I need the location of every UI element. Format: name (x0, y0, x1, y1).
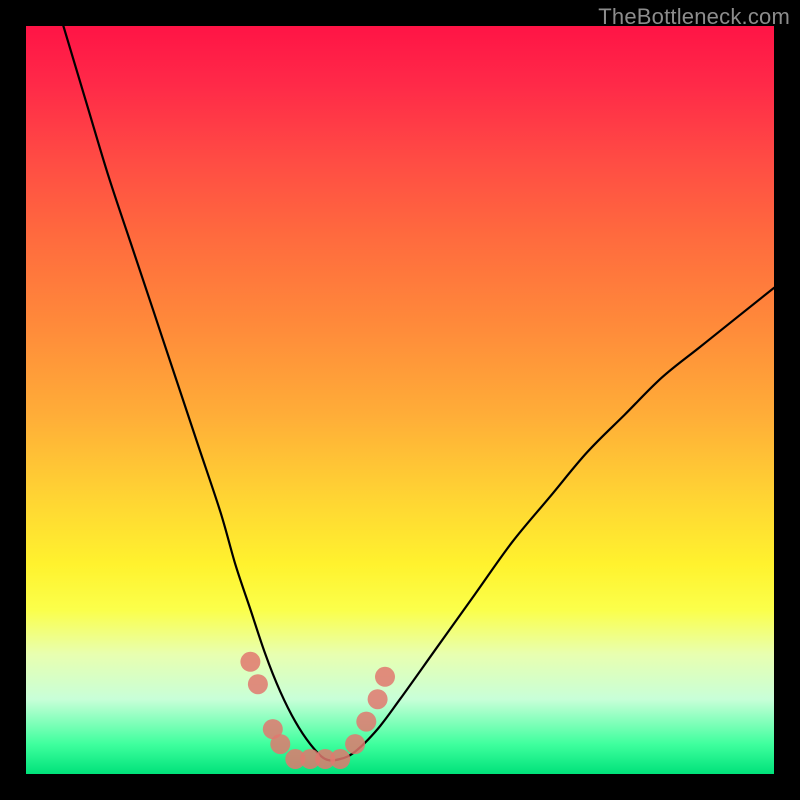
highlight-dot (345, 734, 365, 754)
bottleneck-curve (63, 26, 774, 760)
highlight-dot (330, 749, 350, 769)
highlight-dot (375, 667, 395, 687)
highlight-dot (270, 734, 290, 754)
chart-svg (26, 26, 774, 774)
watermark-text: TheBottleneck.com (598, 4, 790, 30)
highlight-dot (240, 652, 260, 672)
chart-frame: TheBottleneck.com (0, 0, 800, 800)
highlight-dot (368, 689, 388, 709)
highlight-dot (248, 674, 268, 694)
highlight-dot (356, 712, 376, 732)
